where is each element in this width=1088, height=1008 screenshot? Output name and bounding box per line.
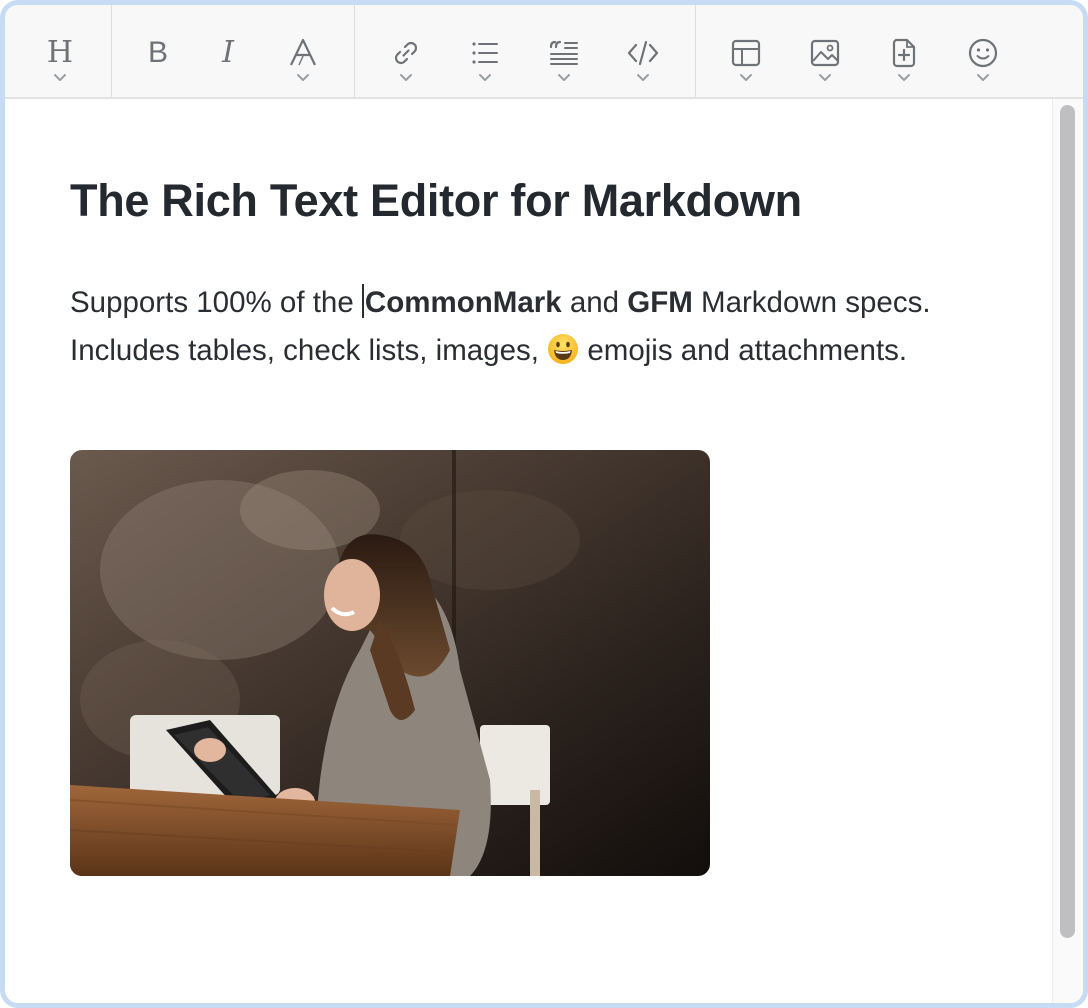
image-icon	[810, 39, 840, 67]
chevron-down-icon	[54, 74, 66, 81]
paragraph-text: and	[561, 286, 628, 319]
emoji-icon	[968, 38, 998, 68]
chevron-down-icon	[977, 74, 989, 81]
image-button[interactable]	[795, 5, 855, 97]
italic-button[interactable]: I	[198, 5, 258, 97]
grinning-face-emoji-icon	[548, 334, 579, 364]
bold-text: GFM	[627, 286, 693, 319]
text-style-icon	[290, 38, 316, 66]
chevron-down-icon	[479, 74, 491, 81]
text-caret	[361, 284, 364, 318]
embedded-image[interactable]	[70, 450, 710, 876]
document-title[interactable]: The Rich Text Editor for Markdown	[70, 175, 802, 227]
toolbar-divider	[695, 5, 696, 97]
text-style-button[interactable]	[273, 5, 333, 97]
chevron-down-icon	[400, 74, 412, 81]
scrollbar-thumb[interactable]	[1060, 105, 1075, 938]
toolbar-divider	[111, 5, 112, 97]
toolbar-divider	[354, 5, 355, 97]
blockquote-icon	[549, 40, 578, 65]
italic-icon: I	[222, 35, 234, 70]
editor-window: H B I The Rich Text Editor for Markdown …	[0, 0, 1088, 1008]
chevron-down-icon	[297, 74, 309, 81]
code-icon	[627, 40, 659, 66]
paragraph-text: emojis and attachments.	[579, 334, 908, 367]
chevron-down-icon	[819, 74, 831, 81]
table-button[interactable]	[716, 5, 776, 97]
paragraph-text: Supports 100% of the	[70, 286, 362, 319]
bold-icon: B	[147, 36, 168, 69]
formatting-toolbar: H B I	[5, 5, 1083, 99]
code-button[interactable]	[613, 5, 673, 97]
photo-woman-with-tablet	[70, 450, 710, 876]
chevron-down-icon	[898, 74, 910, 81]
link-button[interactable]	[376, 5, 436, 97]
link-icon	[394, 41, 418, 65]
bulleted-list-icon	[472, 42, 498, 64]
table-icon	[731, 39, 761, 67]
attachment-button[interactable]	[874, 5, 934, 97]
list-button[interactable]	[455, 5, 515, 97]
chevron-down-icon	[740, 74, 752, 81]
document-paragraph[interactable]: Supports 100% of the CommonMark and GFM …	[70, 279, 950, 375]
chevron-down-icon	[637, 74, 649, 81]
bold-button[interactable]: B	[128, 5, 188, 97]
bold-text: CommonMark	[364, 286, 562, 319]
insert-file-icon	[892, 38, 916, 68]
heading-icon: H	[46, 35, 74, 70]
chevron-down-icon	[558, 74, 570, 81]
heading-button[interactable]: H	[30, 5, 90, 97]
emoji-button[interactable]	[953, 5, 1013, 97]
blockquote-button[interactable]	[534, 5, 594, 97]
